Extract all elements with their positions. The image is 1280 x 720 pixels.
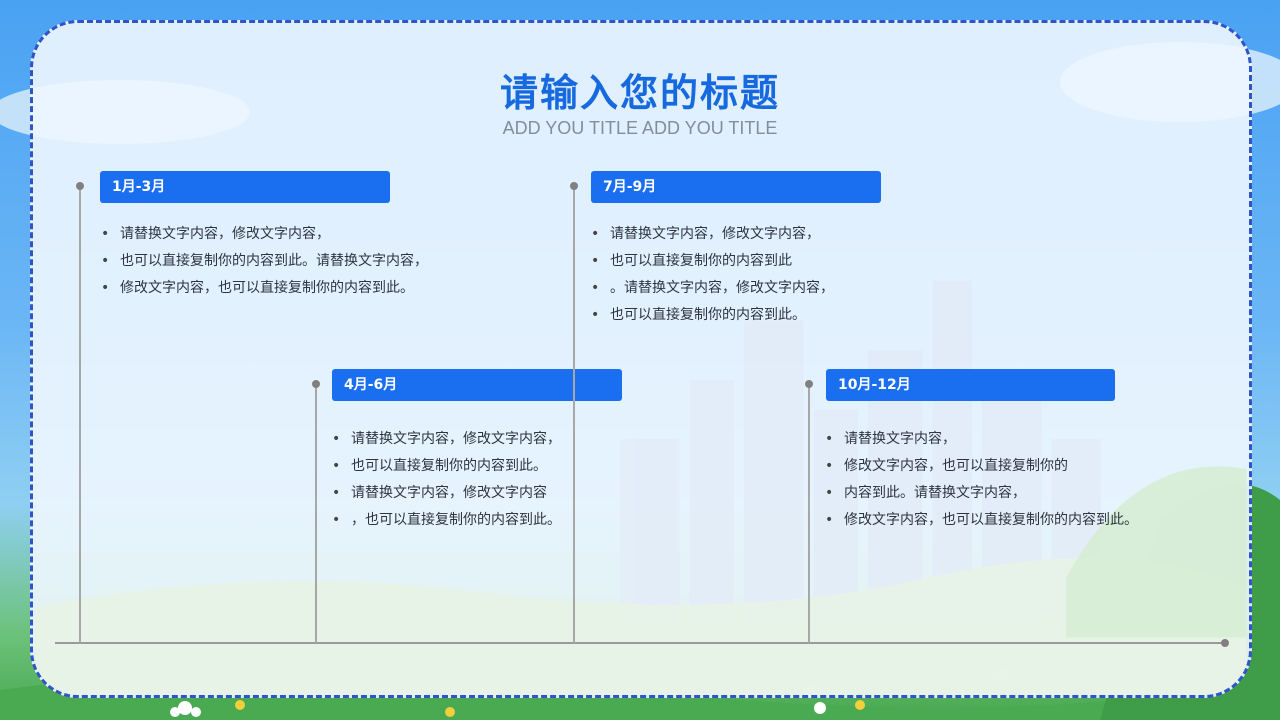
timeline-marker-dot [312,380,320,388]
timeline-axis [55,642,1225,644]
list-item: 修改文字内容，也可以直接复制你的内容到此。 [825,507,1138,534]
list-item: 请替换文字内容，修改文字内容， [101,221,428,248]
period-label-q3: 7月-9月 [591,171,881,203]
list-item: 也可以直接复制你的内容到此。 [591,302,834,329]
period-items-q4: 请替换文字内容， 修改文字内容，也可以直接复制你的 内容到此。请替换文字内容， … [825,426,1138,534]
list-item: 也可以直接复制你的内容到此 [591,248,834,275]
period-label-q2: 4月-6月 [332,369,622,401]
timeline-marker-line [808,384,810,643]
page-title: 请输入您的标题 [499,71,780,115]
list-item: 也可以直接复制你的内容到此。 [332,453,561,480]
period-label-q1: 1月-3月 [100,171,390,203]
period-label-q4: 10月-12月 [826,369,1115,401]
timeline-axis-end-dot [1221,639,1229,647]
period-items-q1: 请替换文字内容，修改文字内容， 也可以直接复制你的内容到此。请替换文字内容， 修… [101,221,428,302]
list-item: 请替换文字内容， [825,426,1138,453]
timeline-marker-line [573,186,575,643]
list-item: ，也可以直接复制你的内容到此。 [332,507,561,534]
list-item: 内容到此。请替换文字内容， [825,480,1138,507]
list-item: 请替换文字内容，修改文字内容 [332,480,561,507]
list-item: 修改文字内容，也可以直接复制你的 [825,453,1138,480]
list-item: 请替换文字内容，修改文字内容， [591,221,834,248]
page-subtitle: ADD YOU TITLE ADD YOU TITLE [502,118,778,138]
timeline-marker-line [79,186,81,643]
timeline-marker-dot [805,380,813,388]
period-items-q3: 请替换文字内容，修改文字内容， 也可以直接复制你的内容到此 。请替换文字内容，修… [591,221,834,329]
timeline-marker-dot [570,182,578,190]
list-item: 也可以直接复制你的内容到此。请替换文字内容， [101,248,428,275]
period-items-q2: 请替换文字内容，修改文字内容， 也可以直接复制你的内容到此。 请替换文字内容，修… [332,426,561,534]
list-item: 修改文字内容，也可以直接复制你的内容到此。 [101,275,428,302]
list-item: 。请替换文字内容，修改文字内容， [591,275,834,302]
list-item: 请替换文字内容，修改文字内容， [332,426,561,453]
timeline-marker-line [315,384,317,643]
timeline-marker-dot [76,182,84,190]
